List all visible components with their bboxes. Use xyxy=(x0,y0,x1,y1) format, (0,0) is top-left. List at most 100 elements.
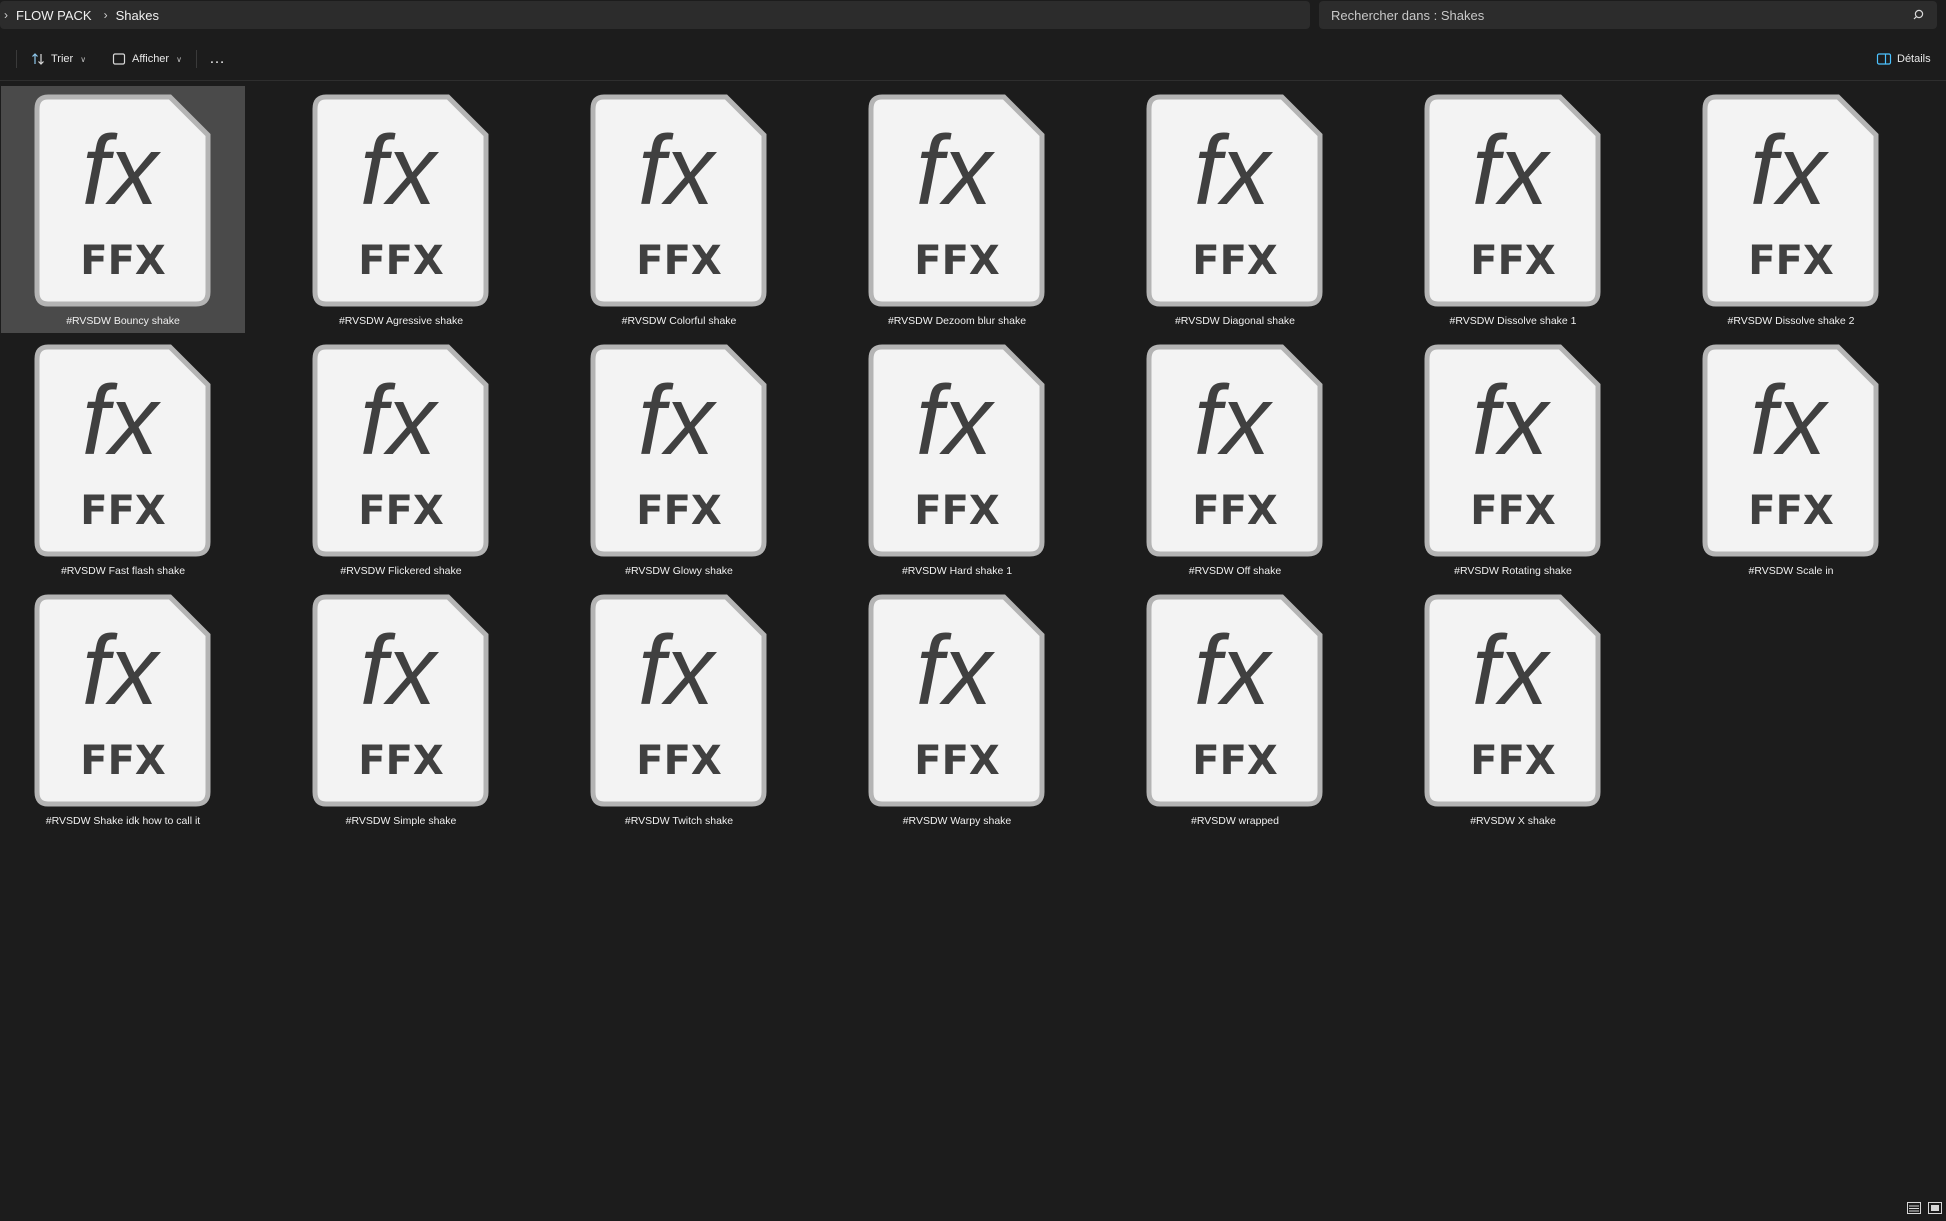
search-icon[interactable] xyxy=(1909,4,1931,26)
fx-glyph: fx xyxy=(360,115,439,225)
file-item[interactable]: fx FFX #RVSDW Twitch shake xyxy=(557,586,801,833)
toolbar-divider xyxy=(16,50,17,68)
file-item[interactable]: fx FFX #RVSDW Fast flash shake xyxy=(1,336,245,583)
details-view-icon[interactable] xyxy=(1906,1200,1922,1216)
sort-icon xyxy=(32,53,44,65)
view-icon xyxy=(112,53,126,65)
fx-glyph: fx xyxy=(916,365,995,475)
sort-button[interactable]: Trier ∨ xyxy=(30,46,86,72)
breadcrumb-item-shakes[interactable]: Shakes xyxy=(116,8,167,23)
file-item[interactable]: fx FFX #RVSDW Glowy shake xyxy=(557,336,801,583)
file-extension-label: FFX xyxy=(1192,738,1278,784)
file-name: #RVSDW Shake idk how to call it xyxy=(45,815,201,827)
status-bar xyxy=(0,1196,1946,1221)
file-extension-label: FFX xyxy=(636,238,722,284)
file-name: #RVSDW Dissolve shake 2 xyxy=(1727,315,1855,327)
address-bar: › FLOW PACK › Shakes xyxy=(0,0,1946,32)
file-name: #RVSDW Fast flash shake xyxy=(60,565,186,577)
file-name: #RVSDW Simple shake xyxy=(345,815,457,827)
fx-glyph: fx xyxy=(1750,115,1829,225)
file-item[interactable]: fx FFX #RVSDW Agressive shake xyxy=(279,86,523,333)
chevron-right-icon[interactable]: › xyxy=(100,8,116,22)
ffx-file-icon: fx FFX xyxy=(1702,344,1879,557)
chevron-right-icon[interactable]: › xyxy=(0,8,16,22)
search-box xyxy=(1319,1,1937,29)
file-item[interactable]: fx FFX #RVSDW Dissolve shake 1 xyxy=(1391,86,1635,333)
file-item[interactable]: fx FFX #RVSDW wrapped xyxy=(1113,586,1357,833)
details-button[interactable]: Détails xyxy=(1876,46,1931,72)
file-item[interactable]: fx FFX #RVSDW Shake idk how to call it xyxy=(1,586,245,833)
ffx-file-icon: fx FFX xyxy=(868,594,1045,807)
ffx-file-icon: fx FFX xyxy=(1702,94,1879,307)
ffx-file-icon: fx FFX xyxy=(312,94,489,307)
ffx-file-icon: fx FFX xyxy=(1424,594,1601,807)
file-item[interactable]: fx FFX #RVSDW Dezoom blur shake xyxy=(835,86,1079,333)
fx-glyph: fx xyxy=(638,615,717,725)
file-item[interactable]: fx FFX #RVSDW Colorful shake xyxy=(557,86,801,333)
ffx-file-icon: fx FFX xyxy=(34,94,211,307)
file-name: #RVSDW Dezoom blur shake xyxy=(887,315,1027,327)
file-extension-label: FFX xyxy=(358,238,444,284)
ffx-file-icon: fx FFX xyxy=(590,94,767,307)
ffx-file-icon: fx FFX xyxy=(868,344,1045,557)
file-item[interactable]: fx FFX #RVSDW Off shake xyxy=(1113,336,1357,583)
file-extension-label: FFX xyxy=(1192,488,1278,534)
file-item[interactable]: fx FFX #RVSDW Hard shake 1 xyxy=(835,336,1079,583)
chevron-down-icon: ∨ xyxy=(176,54,182,64)
file-name: #RVSDW Flickered shake xyxy=(340,565,462,577)
file-item[interactable]: fx FFX #RVSDW Flickered shake xyxy=(279,336,523,583)
file-name: #RVSDW Twitch shake xyxy=(624,815,734,827)
fx-glyph: fx xyxy=(82,365,161,475)
file-item[interactable]: fx FFX #RVSDW Rotating shake xyxy=(1391,336,1635,583)
ffx-file-icon: fx FFX xyxy=(312,594,489,807)
view-label: Afficher xyxy=(132,53,170,65)
file-extension-label: FFX xyxy=(80,238,166,284)
file-extension-label: FFX xyxy=(1470,488,1556,534)
file-item[interactable]: fx FFX #RVSDW Simple shake xyxy=(279,586,523,833)
fx-glyph: fx xyxy=(360,365,439,475)
fx-glyph: fx xyxy=(916,615,995,725)
breadcrumb[interactable]: › FLOW PACK › Shakes xyxy=(0,1,1310,29)
file-extension-label: FFX xyxy=(1470,238,1556,284)
file-item[interactable]: fx FFX #RVSDW Bouncy shake xyxy=(1,86,245,333)
ffx-file-icon: fx FFX xyxy=(312,344,489,557)
file-name: #RVSDW Diagonal shake xyxy=(1174,315,1296,327)
fx-glyph: fx xyxy=(360,615,439,725)
file-item[interactable]: fx FFX #RVSDW Dissolve shake 2 xyxy=(1669,86,1913,333)
file-extension-label: FFX xyxy=(1748,488,1834,534)
view-button[interactable]: Afficher ∨ xyxy=(111,46,182,72)
file-item[interactable]: fx FFX #RVSDW Diagonal shake xyxy=(1113,86,1357,333)
file-name: #RVSDW Hard shake 1 xyxy=(901,565,1013,577)
fx-glyph: fx xyxy=(1194,615,1273,725)
file-name: #RVSDW Rotating shake xyxy=(1454,565,1572,577)
file-extension-label: FFX xyxy=(636,738,722,784)
file-extension-label: FFX xyxy=(80,488,166,534)
ffx-file-icon: fx FFX xyxy=(34,594,211,807)
file-item[interactable]: fx FFX #RVSDW Warpy shake xyxy=(835,586,1079,833)
large-icons-view-icon[interactable] xyxy=(1927,1200,1943,1216)
file-name: #RVSDW Off shake xyxy=(1188,565,1282,577)
fx-glyph: fx xyxy=(1194,115,1273,225)
ffx-file-icon: fx FFX xyxy=(1146,344,1323,557)
fx-glyph: fx xyxy=(82,615,161,725)
more-options-button[interactable]: … xyxy=(209,46,226,72)
file-name: #RVSDW Glowy shake xyxy=(625,565,733,577)
file-extension-label: FFX xyxy=(914,738,1000,784)
command-bar: Trier ∨ Afficher ∨ … Détails xyxy=(0,38,1946,81)
fx-glyph: fx xyxy=(1472,615,1551,725)
file-item[interactable]: fx FFX #RVSDW Scale in xyxy=(1669,336,1913,583)
file-name: #RVSDW Colorful shake xyxy=(621,315,737,327)
breadcrumb-item-flow-pack[interactable]: FLOW PACK xyxy=(16,8,100,23)
file-name: #RVSDW X shake xyxy=(1470,815,1556,827)
file-name: #RVSDW Bouncy shake xyxy=(66,315,180,327)
fx-glyph: fx xyxy=(916,115,995,225)
ffx-file-icon: fx FFX xyxy=(1424,94,1601,307)
file-item[interactable]: fx FFX #RVSDW X shake xyxy=(1391,586,1635,833)
fx-glyph: fx xyxy=(82,115,161,225)
search-input[interactable] xyxy=(1319,6,1909,24)
fx-glyph: fx xyxy=(1472,365,1551,475)
chevron-down-icon: ∨ xyxy=(80,54,87,64)
file-extension-label: FFX xyxy=(1192,238,1278,284)
file-extension-label: FFX xyxy=(358,488,444,534)
file-extension-label: FFX xyxy=(636,488,722,534)
